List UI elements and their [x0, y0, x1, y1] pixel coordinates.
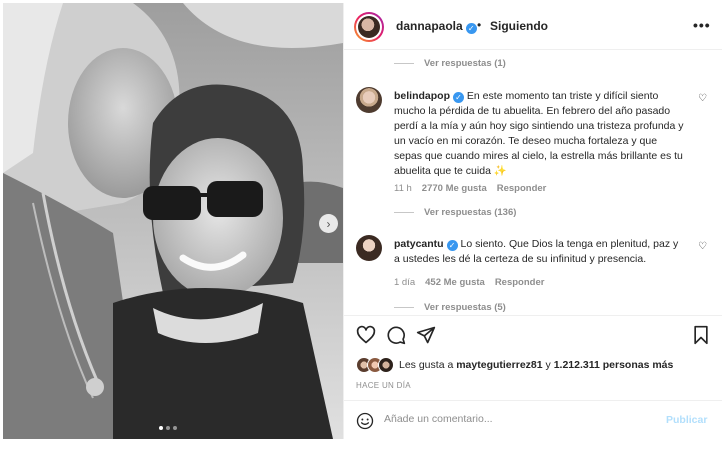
comment-reply-button[interactable]: Responder [497, 183, 547, 194]
chevron-right-icon: › [326, 216, 331, 231]
comment-like-count[interactable]: 2770 Me gusta [422, 183, 487, 194]
commenter-avatar[interactable] [356, 87, 382, 113]
liker-avatar[interactable] [378, 357, 394, 373]
post-photo[interactable]: › [3, 3, 343, 439]
comment-time[interactable]: 1 día [394, 277, 415, 288]
likes-count[interactable]: 1.212.311 personas más [554, 359, 674, 371]
verified-badge-icon: ✓ [453, 92, 464, 103]
post-timestamp[interactable]: HACE UN DÍA [356, 381, 411, 390]
publish-button[interactable]: Publicar [666, 414, 707, 426]
bookmark-icon[interactable] [691, 325, 711, 345]
comment-time[interactable]: 11 h [394, 183, 412, 194]
author-username[interactable]: dannapaola ✓ [396, 19, 477, 34]
view-replies-label: Ver respuestas (5) [424, 302, 506, 312]
likes-middle: y [545, 359, 551, 371]
view-replies-link[interactable]: Ver respuestas (1) [394, 58, 506, 69]
comment-text: patycantu ✓ Lo siento. Que Dios la tenga … [394, 237, 686, 267]
view-replies-label: Ver respuestas (136) [424, 207, 517, 218]
author-avatar[interactable] [354, 12, 384, 42]
likes-prefix: Les gusta a [399, 359, 454, 371]
carousel-dot [166, 426, 170, 430]
post-actions: Les gusta a maytegutierrez81 y 1.212.311… [344, 315, 722, 439]
carousel-indicator [159, 426, 177, 430]
comment-icon[interactable] [386, 325, 406, 345]
replies-divider [394, 307, 414, 308]
comment-reply-button[interactable]: Responder [495, 277, 545, 288]
comment-body: En este momento tan triste y difícil sie… [394, 90, 684, 177]
view-replies-link[interactable]: Ver respuestas (5) [394, 302, 506, 312]
view-replies-label: Ver respuestas (1) [424, 58, 506, 69]
more-options-icon[interactable]: ••• [693, 17, 711, 33]
comment-like-heart-icon[interactable]: ♡ [698, 93, 707, 104]
verified-badge-icon: ✓ [465, 23, 477, 34]
liked-by-username[interactable]: maytegutierrez81 [456, 359, 542, 371]
likes-summary: Les gusta a maytegutierrez81 y 1.212.311… [356, 357, 673, 373]
post-header: dannapaola ✓ • Siguiendo ••• [344, 3, 722, 50]
post-side-panel: dannapaola ✓ • Siguiendo ••• Ver respuest… [343, 3, 722, 439]
commenter-avatar[interactable] [356, 235, 382, 261]
carousel-next-button[interactable]: › [319, 214, 338, 233]
carousel-dot [173, 426, 177, 430]
comment-text: belindapop ✓ En este momento tan triste y… [394, 89, 686, 179]
comment-meta: 11 h 2770 Me gusta Responder [394, 183, 546, 194]
heart-icon[interactable] [356, 325, 376, 345]
paper-plane-icon[interactable] [416, 325, 436, 345]
comment-item: patycantu ✓ Lo siento. Que Dios la tenga … [356, 235, 716, 297]
photo-image [3, 3, 343, 439]
replies-divider [394, 63, 414, 64]
add-comment-bar: Publicar [344, 400, 722, 440]
header-separator: • [477, 18, 482, 32]
instagram-post-modal: › dannapaola ✓ • Siguiendo ••• Ver respue… [0, 0, 724, 454]
comment-meta: 1 día 452 Me gusta Responder [394, 277, 544, 288]
view-replies-link[interactable]: Ver respuestas (136) [394, 207, 516, 218]
emoji-icon[interactable] [356, 412, 374, 430]
following-button[interactable]: Siguiendo [490, 19, 548, 33]
comment-input[interactable] [384, 413, 654, 425]
commenter-username[interactable]: patycantu [394, 238, 444, 250]
verified-badge-icon: ✓ [446, 240, 458, 251]
comment-like-heart-icon[interactable]: ♡ [698, 241, 707, 252]
replies-divider [394, 212, 414, 213]
comment-like-count[interactable]: 452 Me gusta [425, 277, 485, 288]
likes-text: Les gusta a maytegutierrez81 y 1.212.311… [399, 359, 673, 371]
commenter-username[interactable]: belindapop [394, 90, 450, 102]
carousel-dot [159, 426, 163, 430]
comment-item: belindapop ✓ En este momento tan triste y… [356, 87, 716, 205]
author-username-text: dannapaola [396, 19, 463, 33]
